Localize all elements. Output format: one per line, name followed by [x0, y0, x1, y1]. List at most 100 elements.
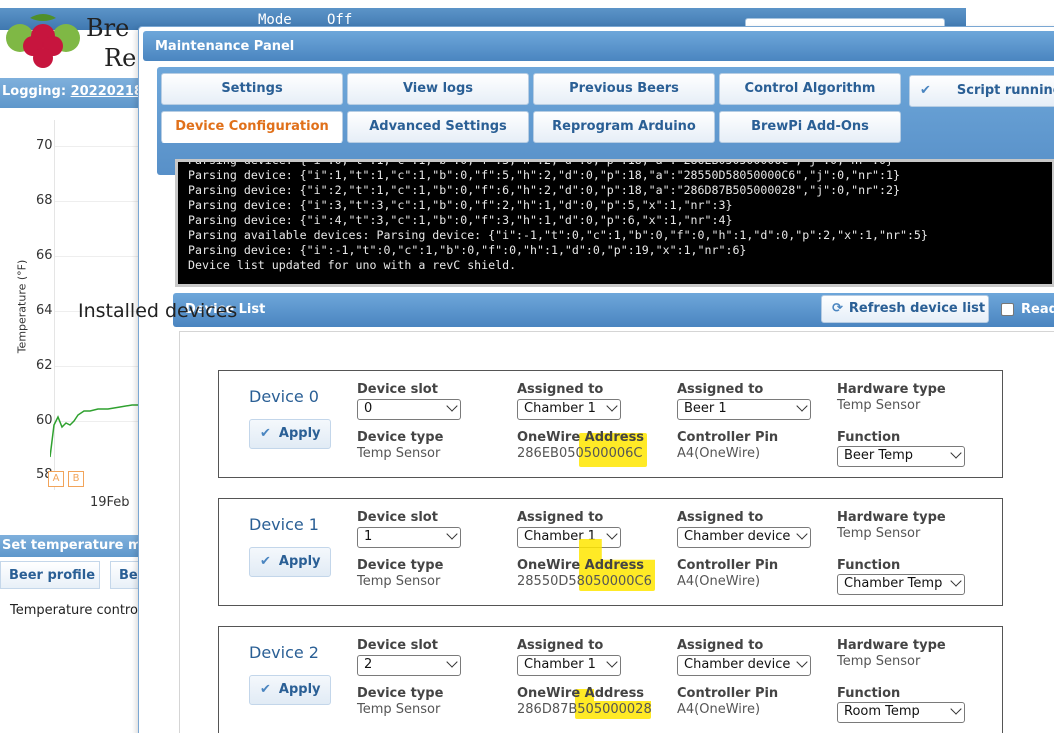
function-value: Room Temp: [844, 704, 920, 719]
function-value: Chamber Temp: [844, 576, 943, 591]
chevron-down-icon: [606, 656, 618, 668]
console-line: Parsing device: {"i":2,"t":1,"c":1,"b":0…: [188, 183, 900, 197]
function-select[interactable]: Room Temp: [837, 702, 965, 723]
script-running-status[interactable]: ✔ Script running: [909, 75, 1054, 107]
assigned-beer-label: Assigned to: [677, 382, 764, 397]
tab-beer-profile[interactable]: Beer profile: [0, 561, 100, 589]
console-line: Parsing device: {"i":-1,"t":0,"c":1,"b":…: [188, 243, 747, 257]
device-name: Device 0: [249, 387, 319, 406]
hardware-type-label: Hardware type: [837, 638, 946, 653]
y-tick: 62: [36, 358, 53, 373]
onewire-address-value: 28550D58050000C6: [517, 574, 652, 589]
assigned-beer-select[interactable]: Beer 1: [677, 399, 811, 420]
assigned-beer-value: Chamber device: [684, 529, 791, 544]
temperature-control-label: Temperature control: [10, 603, 142, 618]
device-type-value: Temp Sensor: [357, 702, 441, 717]
controller-pin-label: Controller Pin: [677, 558, 779, 573]
assigned-chamber-label: Assigned to: [517, 638, 604, 653]
chart-annotation-b[interactable]: B: [68, 471, 84, 487]
chevron-down-icon: [796, 400, 808, 412]
refresh-icon: ⟳: [832, 301, 843, 316]
onewire-address-value: 286EB050500006C: [517, 446, 643, 461]
chevron-down-icon: [446, 656, 458, 668]
read-checkbox[interactable]: [1001, 303, 1014, 316]
apply-label: Apply: [278, 682, 321, 697]
function-select[interactable]: Beer Temp: [837, 446, 965, 467]
controller-pin-label: Controller Pin: [677, 430, 779, 445]
assigned-beer-select[interactable]: Chamber device: [677, 655, 811, 676]
onewire-address-label: OneWire Address: [517, 430, 645, 445]
tab-brewpi-addons[interactable]: BrewPi Add-Ons: [719, 111, 901, 143]
device-slot-label: Device slot: [357, 638, 438, 653]
assigned-chamber-select[interactable]: Chamber 1: [517, 527, 621, 548]
hardware-type-label: Hardware type: [837, 510, 946, 525]
tab-control-algorithm[interactable]: Control Algorithm: [719, 73, 901, 105]
device-type-label: Device type: [357, 430, 444, 445]
device-card: Device 1 ✔ Apply Device slot 1 Assigned t…: [218, 498, 1003, 606]
y-tick: 64: [36, 303, 53, 318]
device-type-value: Temp Sensor: [357, 446, 441, 461]
assigned-chamber-label: Assigned to: [517, 382, 604, 397]
onewire-address-label: OneWire Address: [517, 558, 645, 573]
hardware-type-value: Temp Sensor: [837, 398, 921, 413]
controller-pin-value: A4(OneWire): [677, 574, 761, 589]
hardware-type-label: Hardware type: [837, 382, 946, 397]
chart-grid-line: [55, 146, 140, 147]
chart-x-label: 19Feb: [90, 495, 130, 510]
console-line: Parsing available devices: Parsing devic…: [188, 228, 928, 242]
tab-previous-beers[interactable]: Previous Beers: [533, 73, 715, 105]
read-label: Read: [1021, 302, 1054, 317]
log-console[interactable]: Parsing device: {"i":0,"t":1,"c":1,"b":0…: [175, 159, 1054, 287]
device-slot-label: Device slot: [357, 382, 438, 397]
assigned-beer-value: Beer 1: [684, 401, 727, 416]
apply-button[interactable]: ✔ Apply: [249, 675, 331, 705]
svg-text:Re: Re: [104, 44, 136, 72]
onewire-address-value: 286D87B505000028: [517, 702, 652, 717]
function-select[interactable]: Chamber Temp: [837, 574, 965, 595]
script-running-label: Script running: [956, 83, 1054, 98]
apply-label: Apply: [278, 554, 321, 569]
refresh-device-list-button[interactable]: ⟳ Refresh device list: [821, 295, 989, 323]
logging-label: Logging:: [2, 84, 67, 99]
tab-view-logs[interactable]: View logs: [347, 73, 529, 105]
device-slot-select[interactable]: 0: [357, 399, 461, 420]
device-card: Device 0 ✔ Apply Device slot 0 Assigned t…: [218, 370, 1003, 478]
chart-annotation-a[interactable]: A: [48, 471, 64, 487]
console-line: Parsing device: {"i":1,"t":1,"c":1,"b":0…: [188, 168, 900, 182]
apply-button[interactable]: ✔ Apply: [249, 547, 331, 577]
controller-pin-label: Controller Pin: [677, 686, 779, 701]
device-slot-select[interactable]: 1: [357, 527, 461, 548]
tab-reprogram-arduino[interactable]: Reprogram Arduino: [533, 111, 715, 143]
assigned-chamber-select[interactable]: Chamber 1: [517, 655, 621, 676]
svg-text:Bre: Bre: [86, 14, 129, 42]
function-label: Function: [837, 558, 901, 573]
device-slot-select[interactable]: 2: [357, 655, 461, 676]
assigned-beer-select[interactable]: Chamber device: [677, 527, 811, 548]
tab-settings[interactable]: Settings: [161, 73, 343, 105]
tab-advanced-settings[interactable]: Advanced Settings: [347, 111, 529, 143]
device-slot-value: 0: [364, 401, 373, 416]
console-line: Parsing device: {"i":4,"t":3,"c":1,"b":0…: [188, 213, 733, 227]
chevron-down-icon: [950, 575, 962, 587]
y-tick: 70: [36, 138, 53, 153]
chevron-down-icon: [950, 703, 962, 715]
device-type-label: Device type: [357, 558, 444, 573]
panel-title: Maintenance Panel: [143, 31, 1054, 61]
chevron-down-icon: [950, 447, 962, 459]
console-line: Parsing device: {"i":3,"t":3,"c":1,"b":0…: [188, 198, 733, 212]
check-icon: ✔: [920, 83, 931, 98]
logging-status: Logging: 20220218_: [2, 84, 149, 99]
tab-device-configuration[interactable]: Device Configuration: [161, 111, 343, 143]
assigned-chamber-label: Assigned to: [517, 510, 604, 525]
function-value: Beer Temp: [844, 448, 914, 463]
apply-button[interactable]: ✔ Apply: [249, 419, 331, 449]
device-type-label: Device type: [357, 686, 444, 701]
console-line: Device list updated for uno with a revC …: [188, 258, 517, 272]
controller-pin-value: A4(OneWire): [677, 446, 761, 461]
brewpi-logo: Bre Re: [6, 14, 136, 72]
assigned-chamber-select[interactable]: Chamber 1: [517, 399, 621, 420]
chevron-down-icon: [446, 400, 458, 412]
chevron-down-icon: [606, 400, 618, 412]
chart-y-title: Temperature (°F): [15, 259, 29, 354]
chart-grid-line: [55, 201, 140, 202]
